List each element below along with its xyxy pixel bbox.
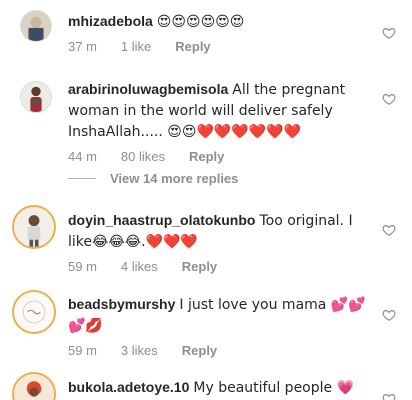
reply-button[interactable]: Reply [182, 258, 217, 276]
comment-time: 59 m [68, 343, 97, 358]
comment-username[interactable]: beadsbymurshy [68, 296, 175, 312]
comment-text: bukola.adetoye.10 My beautiful people 💗 [68, 377, 372, 398]
comment-body: doyin_haastrup_olatokunbo Too original. I… [68, 210, 372, 276]
comment-likes[interactable]: 80 likes [121, 148, 165, 166]
comment-meta: 37 m 1 like Reply [68, 38, 372, 56]
comment-likes[interactable]: 3 likes [121, 342, 158, 360]
comment-body: mhizadebola 😍😍😍😍😍😍 37 m 1 like Reply [68, 11, 372, 56]
reply-button[interactable]: Reply [189, 148, 224, 166]
comment-meta: 59 m 4 likes Reply [68, 258, 372, 276]
comment-time: 37 m [68, 39, 97, 54]
comment-time: 44 m [68, 149, 97, 164]
comment-likes[interactable]: 1 like [121, 38, 151, 56]
avatar-image [21, 82, 51, 112]
comment-likes[interactable]: 4 likes [121, 258, 158, 276]
avatar-image [21, 11, 51, 41]
comment-body: arabirinoluwagbemisola All the pregnant w… [68, 79, 372, 166]
reply-button[interactable]: Reply [175, 38, 210, 56]
view-more-label[interactable]: View 14 more replies [110, 171, 238, 186]
comment-username[interactable]: doyin_haastrup_olatokunbo [68, 212, 255, 228]
heart-outline-icon[interactable] [382, 92, 396, 106]
comment-username[interactable]: mhizadebola [68, 13, 153, 29]
comments-feed: mhizadebola 😍😍😍😍😍😍 37 m 1 like Reply ara… [0, 0, 412, 400]
comment-text: doyin_haastrup_olatokunbo Too original. I… [68, 210, 372, 252]
comment-body: beadsbymurshy I just love you mama 💕💕💕💋 5… [68, 294, 372, 360]
comment-body: bukola.adetoye.10 My beautiful people 💗 [68, 377, 372, 398]
comment-text: mhizadebola 😍😍😍😍😍😍 [68, 11, 372, 32]
heart-outline-icon[interactable] [382, 26, 396, 40]
avatar[interactable] [12, 290, 56, 334]
comment-time: 59 m [68, 259, 97, 274]
heart-outline-icon[interactable] [382, 223, 396, 237]
divider-line [68, 178, 96, 179]
heart-outline-icon[interactable] [382, 392, 396, 400]
comment-username[interactable]: arabirinoluwagbemisola [68, 81, 228, 97]
comment-text: arabirinoluwagbemisola All the pregnant w… [68, 79, 372, 142]
avatar-image [14, 292, 54, 332]
comment-meta: 59 m 3 likes Reply [68, 342, 372, 360]
view-more-replies[interactable]: View 14 more replies [68, 171, 238, 186]
comment-username[interactable]: bukola.adetoye.10 [68, 379, 189, 395]
reply-button[interactable]: Reply [182, 342, 217, 360]
comment-meta: 44 m 80 likes Reply [68, 148, 372, 166]
avatar[interactable] [12, 372, 56, 400]
avatar[interactable] [12, 205, 56, 249]
avatar[interactable] [20, 10, 52, 42]
comment-message: 😍😍😍😍😍😍 [156, 14, 245, 30]
avatar[interactable] [20, 81, 52, 113]
avatar-image [14, 374, 54, 400]
comment-text: beadsbymurshy I just love you mama 💕💕💕💋 [68, 294, 372, 336]
heart-outline-icon[interactable] [382, 308, 396, 322]
comment-message: My beautiful people 💗 [193, 380, 355, 396]
avatar-image [14, 207, 54, 247]
